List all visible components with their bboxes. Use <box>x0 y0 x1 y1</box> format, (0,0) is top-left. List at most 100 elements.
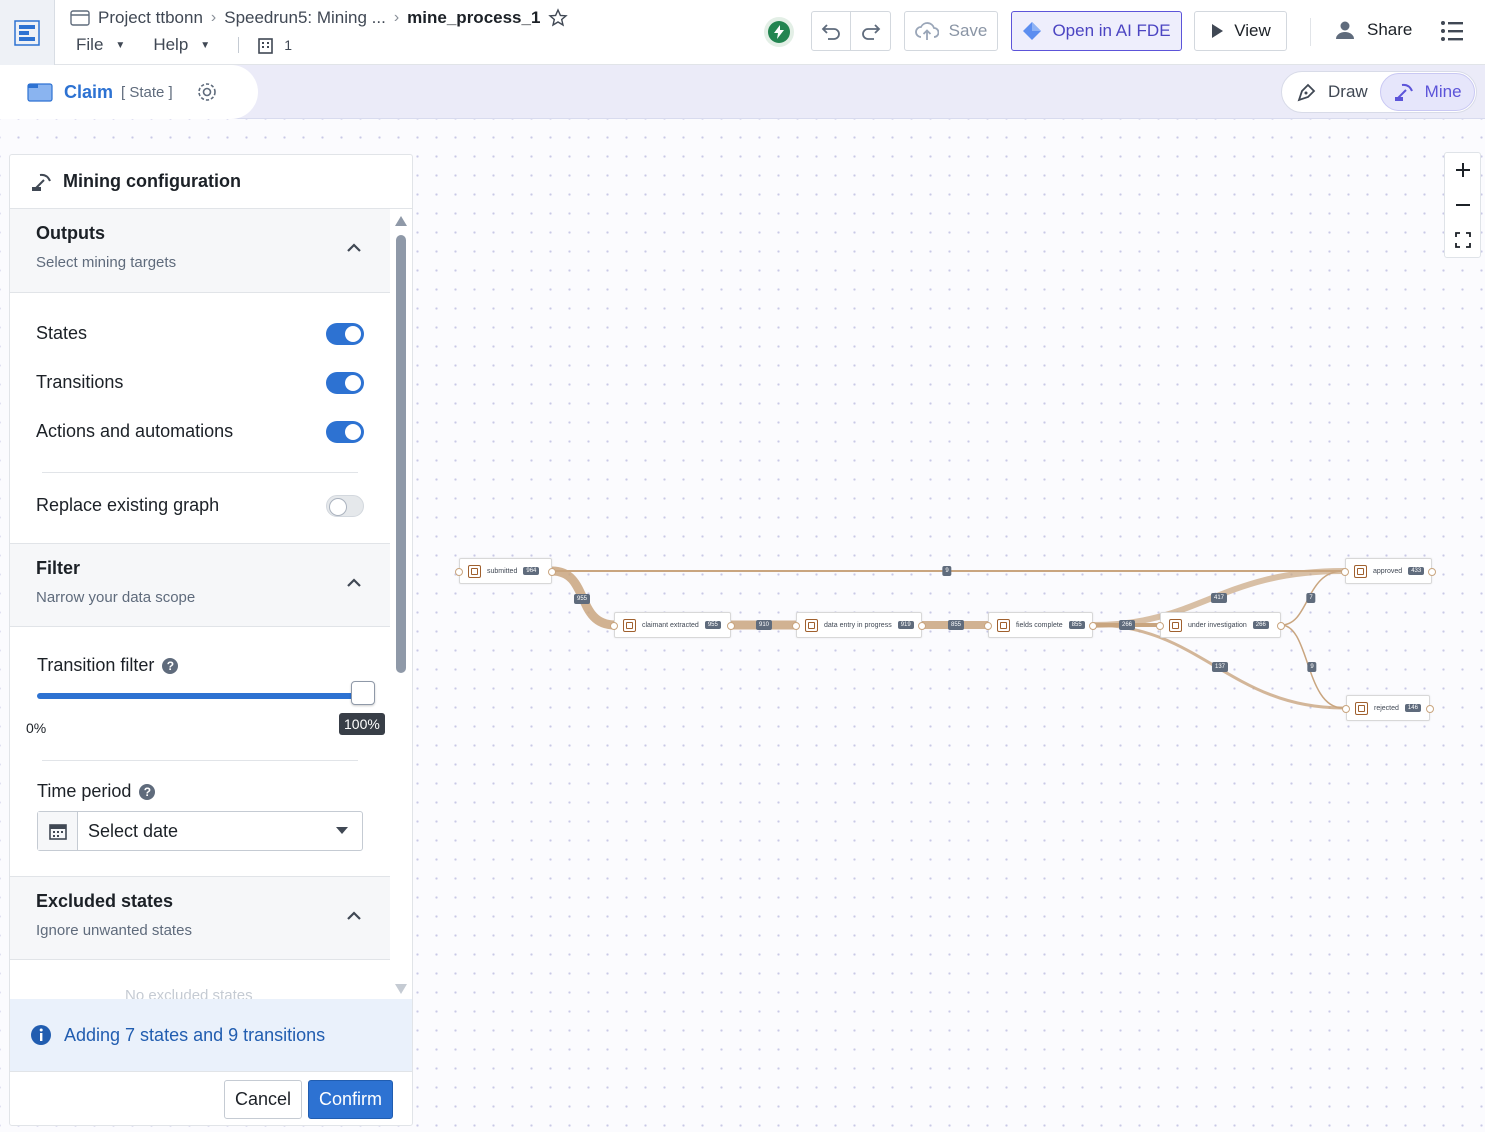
confirm-button[interactable]: Confirm <box>307 1080 393 1119</box>
toggle-label: Transitions <box>36 372 124 392</box>
transitions-toggle[interactable] <box>326 371 364 394</box>
port[interactable] <box>1341 568 1349 576</box>
state-node-fields-complete[interactable]: fields complete 855 <box>984 612 1097 638</box>
panel-scroll-area[interactable]: Outputs Select mining targets States Tra… <box>10 209 390 999</box>
port[interactable] <box>1089 622 1097 630</box>
section-subtitle: Ignore unwanted states <box>36 922 192 939</box>
state-icon <box>1354 564 1367 578</box>
chevron-up-icon[interactable] <box>346 911 362 921</box>
port[interactable] <box>1426 705 1434 713</box>
excluded-states-empty: No excluded states <box>125 987 253 999</box>
help-icon[interactable]: ? <box>139 783 156 800</box>
section-title: Outputs <box>36 223 105 243</box>
state-node-under-investigation[interactable]: under investigation 266 <box>1156 612 1285 638</box>
panel-footer: Cancel Confirm <box>10 1071 412 1125</box>
section-title: Excluded states <box>36 891 174 911</box>
port[interactable] <box>792 622 800 630</box>
slider-handle[interactable] <box>351 681 375 705</box>
transition-filter-slider[interactable] <box>10 681 390 705</box>
panel-title: Mining configuration <box>63 171 241 191</box>
port[interactable] <box>455 568 463 576</box>
time-period-select[interactable]: Select date <box>37 811 363 851</box>
filter-section-header[interactable]: Filter Narrow your data scope <box>10 543 390 627</box>
transition-filter-label-row: Transition filter ? <box>10 655 390 676</box>
time-period-value: Select date <box>88 820 179 841</box>
slider-labels: 0% 100% <box>10 709 390 749</box>
slider-value-tooltip: 100% <box>339 713 385 735</box>
edge-label: 266 <box>1118 620 1136 630</box>
scroll-up-icon[interactable] <box>394 215 408 227</box>
edge-label: 855 <box>947 620 965 630</box>
summary-callout: Adding 7 states and 9 transitions <box>10 999 412 1071</box>
state-icon <box>1355 701 1368 715</box>
toggle-label: States <box>36 323 88 343</box>
port[interactable] <box>1428 568 1436 576</box>
edge-label: 7 <box>1306 593 1316 603</box>
chevron-up-icon[interactable] <box>346 578 362 588</box>
section-subtitle: Select mining targets <box>36 254 177 271</box>
state-node-claimant-extracted[interactable]: claimant extracted 955 <box>610 612 735 638</box>
actions-automations-toggle[interactable] <box>326 420 364 443</box>
calendar-icon <box>38 812 78 850</box>
info-icon <box>31 1025 51 1045</box>
state-icon <box>997 618 1010 632</box>
pickaxe-icon <box>32 173 51 191</box>
edge-label: 9 <box>942 566 952 576</box>
states-toggle-row: States <box>10 309 390 358</box>
state-icon <box>623 618 636 632</box>
port[interactable] <box>1342 705 1350 713</box>
time-period-label-row: Time period ? <box>10 781 390 802</box>
plus-icon <box>1455 163 1470 178</box>
state-icon <box>805 618 818 632</box>
port[interactable] <box>548 568 556 576</box>
fit-view-button[interactable] <box>1445 222 1480 257</box>
edge-label: 910 <box>755 620 773 630</box>
help-icon[interactable]: ? <box>162 657 179 674</box>
toggle-label: Replace existing graph <box>36 495 220 515</box>
edge-label: 9 <box>1307 662 1317 672</box>
panel-scrollbar[interactable] <box>394 215 408 995</box>
zoom-controls <box>1444 152 1481 258</box>
chevron-up-icon[interactable] <box>346 243 362 253</box>
actions-toggle-row: Actions and automations <box>10 407 390 456</box>
outputs-section-header[interactable]: Outputs Select mining targets <box>10 209 390 293</box>
transition-filter-label: Transition filter <box>37 655 155 675</box>
mining-configuration-panel: Mining configuration Outputs Select mini… <box>9 154 413 1126</box>
scrollbar-thumb[interactable] <box>396 235 406 673</box>
edge-label: 137 <box>1211 662 1229 672</box>
edge-label: 417 <box>1210 593 1228 603</box>
port[interactable] <box>610 622 618 630</box>
port[interactable] <box>918 622 926 630</box>
state-icon <box>468 564 481 578</box>
port[interactable] <box>1277 622 1285 630</box>
section-title: Filter <box>36 558 81 578</box>
zoom-in-button[interactable] <box>1445 153 1480 188</box>
state-icon <box>1169 618 1182 632</box>
state-node-approved[interactable]: approved 433 <box>1341 558 1436 584</box>
slider-track[interactable] <box>37 693 363 699</box>
transitions-toggle-row: Transitions <box>10 358 390 407</box>
port[interactable] <box>1156 622 1164 630</box>
replace-graph-row: Replace existing graph <box>10 481 390 530</box>
port[interactable] <box>984 622 992 630</box>
cancel-button[interactable]: Cancel <box>223 1080 302 1119</box>
toggle-label: Actions and automations <box>36 421 234 441</box>
summary-text: Adding 7 states and 9 transitions <box>64 1024 326 1045</box>
panel-header: Mining configuration <box>10 155 412 209</box>
state-node-data-entry[interactable]: data entry in progress 919 <box>792 612 926 638</box>
minus-icon <box>1455 204 1470 206</box>
slider-min-label: 0% <box>26 720 47 736</box>
state-node-submitted[interactable]: submitted 964 <box>455 558 556 584</box>
zoom-out-button[interactable] <box>1445 188 1480 223</box>
caret-down-icon <box>336 827 348 834</box>
port[interactable] <box>727 622 735 630</box>
edge-label: 955 <box>573 594 591 604</box>
time-period-label: Time period <box>37 781 132 801</box>
fullscreen-icon <box>1454 231 1471 248</box>
excluded-states-section-header[interactable]: Excluded states Ignore unwanted states <box>10 876 390 960</box>
replace-graph-toggle[interactable] <box>326 494 364 517</box>
scroll-down-icon[interactable] <box>394 983 408 995</box>
section-subtitle: Narrow your data scope <box>36 589 196 606</box>
states-toggle[interactable] <box>326 322 364 345</box>
state-node-rejected[interactable]: rejected 146 <box>1342 695 1434 721</box>
